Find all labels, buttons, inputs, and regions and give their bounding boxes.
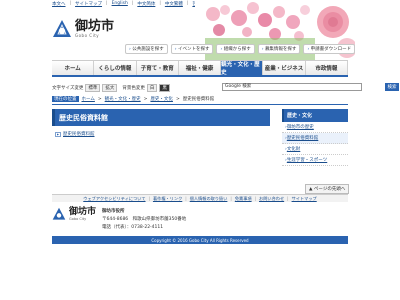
city-emblem-icon xyxy=(52,207,66,220)
utility-link-chinese-simplified[interactable]: 中文简体 xyxy=(137,1,155,7)
utility-nav: 本文へ| サイトマップ| English| 中文简体| 中文繁體| 한국어 xyxy=(52,1,205,7)
footer-nav: ウェブアクセシビリティについて | 著作権・リンク | 個人情報の取り扱い | 免責事… xyxy=(52,194,348,202)
find-recruitment-button[interactable]: 募集情報を探す xyxy=(257,44,301,54)
site-title: 御坊市 xyxy=(75,19,115,34)
font-large-button[interactable]: 拡大 xyxy=(102,83,118,92)
search-input[interactable]: Google 検索 xyxy=(222,83,362,91)
breadcrumb-separator: > xyxy=(175,96,180,102)
utility-link-sitemap[interactable]: サイトマップ xyxy=(75,1,102,7)
nav-home[interactable]: ホーム xyxy=(52,61,95,75)
document-icon xyxy=(55,131,61,137)
separator: | xyxy=(230,196,232,201)
footer-link-accessibility[interactable]: ウェブアクセシビリティについて xyxy=(83,196,145,202)
utility-link-chinese-traditional[interactable]: 中文繁體 xyxy=(165,1,183,7)
separator: | xyxy=(69,1,72,6)
bg-white-button[interactable]: 白 xyxy=(146,83,158,92)
background-color-label: 背景色変更 xyxy=(122,85,145,91)
breadcrumb: 現在の位置 ホーム > 観光・文化・歴史 > 歴史・文化 > 歴史民俗資料館 xyxy=(52,96,214,102)
sidebar-item-city-history[interactable]: 御坊市の歴史 xyxy=(282,122,348,133)
nav-tourism-culture[interactable]: 観光・文化・歴史 xyxy=(221,61,264,76)
footer-link-privacy[interactable]: 個人情報の取り扱い xyxy=(190,196,228,202)
footer-address: 御坊市役所 〒644-8686 和歌山県御坊市薗350番地 電話（代表）：073… xyxy=(102,208,186,232)
nav-childcare[interactable]: 子育て・教育 xyxy=(137,61,179,75)
separator: | xyxy=(186,1,189,6)
sidebar-title: 歴史・文化 xyxy=(282,109,348,122)
footer-site-title: 御坊市 xyxy=(69,206,97,217)
footer-phone: 電話（代表）：0738-22-4111 xyxy=(102,225,164,230)
nav-city-info[interactable]: 市政情報 xyxy=(306,61,348,75)
find-organization-button[interactable]: 組織から探す xyxy=(216,44,255,54)
footer-link-copyright[interactable]: 著作権・リンク xyxy=(153,196,182,202)
site-logo[interactable]: 御坊市 Gobo City xyxy=(52,19,114,39)
separator: | xyxy=(131,1,134,6)
quick-links: 公共施設を探す イベントを探す 組織から探す 募集情報を探す 申請書ダウンロード xyxy=(125,44,356,54)
footer-address-line: 〒644-8686 和歌山県御坊市薗350番地 xyxy=(102,217,187,222)
separator: | xyxy=(254,196,256,201)
utility-link-english[interactable]: English xyxy=(112,1,128,7)
separator: | xyxy=(287,196,289,201)
global-nav: ホーム くらしの情報 子育て・教育 福祉・健康 観光・文化・歴史 産業・ビジネス… xyxy=(52,60,348,77)
sidebar: 歴史・文化 御坊市の歴史 歴史民俗資料館 文化財 生涯学習・スポーツ xyxy=(282,109,348,166)
breadcrumb-separator: > xyxy=(143,96,148,102)
footer-link-contact[interactable]: お問い合わせ xyxy=(259,196,284,202)
font-size-label: 文字サイズ変更 xyxy=(52,85,84,91)
find-event-button[interactable]: イベントを探す xyxy=(170,44,214,54)
footer-logo: 御坊市 Gobo City xyxy=(52,207,96,221)
font-standard-button[interactable]: 標準 xyxy=(85,83,101,92)
separator: | xyxy=(106,1,108,6)
bg-black-button[interactable]: 黒 xyxy=(159,83,170,92)
page-top-label: ページの先頭へ xyxy=(313,187,346,192)
accessibility-tools: 文字サイズ変更 標準 拡大 背景色変更 白 黒 Google 検索 検索 xyxy=(52,83,399,92)
breadcrumb-here-label: 現在の位置 xyxy=(52,96,79,102)
footer-org-name: 御坊市役所 xyxy=(102,209,125,214)
search-button[interactable]: 検索 xyxy=(385,83,399,91)
breadcrumb-separator: > xyxy=(97,96,102,102)
utility-link-skip[interactable]: 本文へ xyxy=(52,1,66,7)
footer-link-sitemap[interactable]: サイトマップ xyxy=(292,196,317,202)
sidebar-item-cultural-assets[interactable]: 文化財 xyxy=(282,144,348,155)
separator: | xyxy=(159,1,161,6)
find-facility-button[interactable]: 公共施設を探す xyxy=(125,44,168,54)
nav-welfare[interactable]: 福祉・健康 xyxy=(179,61,222,75)
footer-site-subtitle: Gobo City xyxy=(69,216,87,221)
logo-text: 御坊市 Gobo City xyxy=(75,20,114,38)
content-link[interactable]: 歴史民俗資料館 xyxy=(55,131,95,137)
breadcrumb-home[interactable]: ホーム xyxy=(82,96,95,102)
separator: | xyxy=(185,196,187,201)
sidebar-item-museum[interactable]: 歴史民俗資料館 xyxy=(282,133,348,144)
form-download-button[interactable]: 申請書ダウンロード xyxy=(303,44,356,54)
sidebar-item-lifelong-learning[interactable]: 生涯学習・スポーツ xyxy=(282,155,348,166)
page-top-button[interactable]: ▲ ページの先頭へ xyxy=(305,184,350,194)
page-title: 歴史民俗資料館 xyxy=(52,109,270,126)
content-link-label: 歴史民俗資料館 xyxy=(63,132,95,137)
copyright: Copyright © 2016 Gobo City All Rights Re… xyxy=(52,236,348,244)
nav-living[interactable]: くらしの情報 xyxy=(94,61,137,75)
breadcrumb-history[interactable]: 歴史・文化 xyxy=(150,96,173,102)
footer-logo-text: 御坊市 Gobo City xyxy=(66,206,97,221)
city-emblem-icon xyxy=(53,20,71,37)
breadcrumb-current: 歴史民俗資料館 xyxy=(182,97,215,102)
nav-industry[interactable]: 産業・ビジネス xyxy=(263,61,306,75)
divider xyxy=(52,104,348,105)
breadcrumb-tourism[interactable]: 観光・文化・歴史 xyxy=(105,96,141,102)
separator: | xyxy=(148,196,150,201)
footer-link-disclaimer[interactable]: 免責事項 xyxy=(235,196,252,202)
